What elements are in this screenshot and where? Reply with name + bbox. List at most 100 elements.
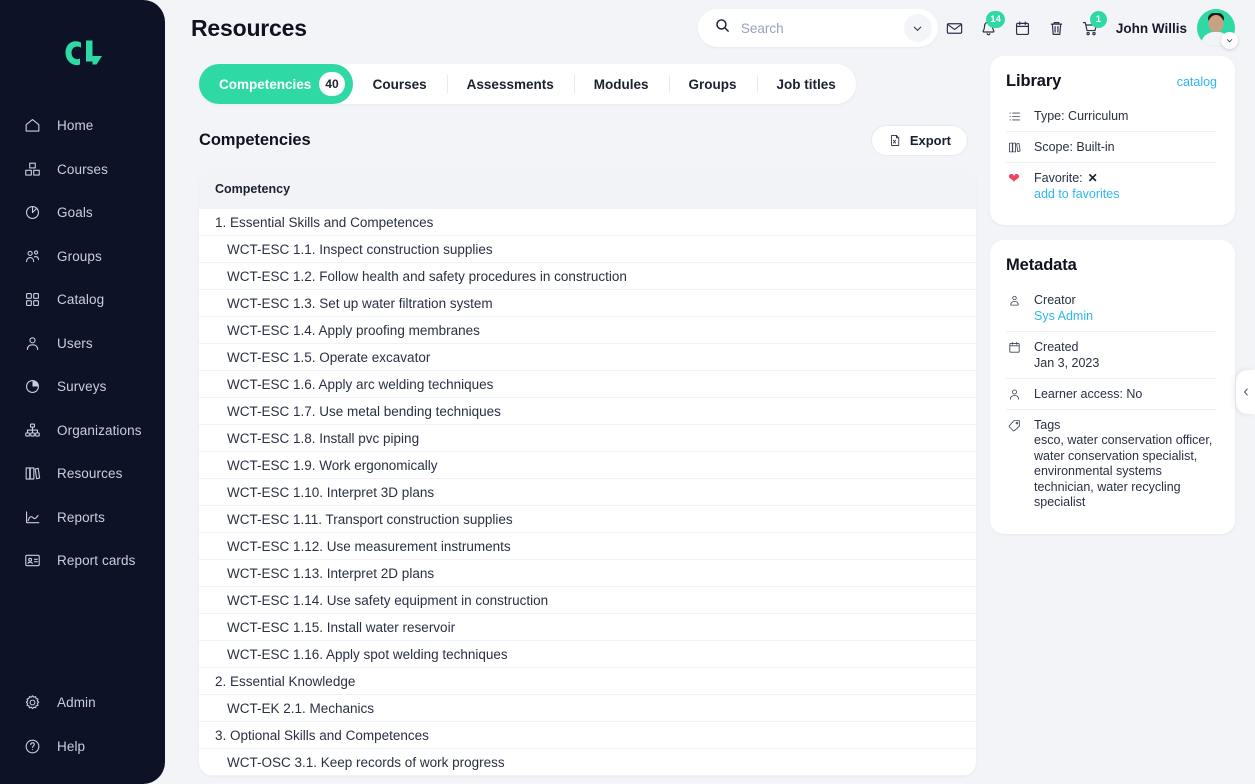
resources-icon bbox=[23, 464, 42, 483]
sidebar-item-organizations[interactable]: Organizations bbox=[0, 409, 165, 453]
sidebar-item-admin[interactable]: Admin bbox=[0, 681, 165, 725]
search-box[interactable] bbox=[697, 9, 938, 47]
table-row[interactable]: WCT-ESC 1.16. Apply spot welding techniq… bbox=[199, 641, 976, 668]
metadata-panel-header: Metadata bbox=[1006, 256, 1217, 275]
tab-assessments[interactable]: Assessments bbox=[446, 64, 574, 104]
trash-button[interactable] bbox=[1040, 9, 1074, 47]
top-bar: Resources 14 bbox=[191, 0, 1255, 56]
export-button-label: Export bbox=[909, 133, 951, 148]
library-type-row: Type: Curriculum bbox=[1006, 101, 1217, 132]
tab-courses[interactable]: Courses bbox=[353, 64, 447, 104]
row-label: WCT-EK 2.1. Mechanics bbox=[227, 700, 375, 716]
notifications-button[interactable]: 14 bbox=[972, 9, 1006, 47]
row-label: 1. Essential Skills and Competences bbox=[215, 214, 434, 230]
metadata-creator-value[interactable]: Sys Admin bbox=[1034, 308, 1093, 324]
page-title: Resources bbox=[191, 15, 307, 41]
calendar-icon bbox=[1006, 339, 1022, 355]
row-label: WCT-ESC 1.2. Follow health and safety pr… bbox=[227, 268, 627, 284]
gear-icon bbox=[23, 693, 42, 712]
sidebar-item-report-cards[interactable]: Report cards bbox=[0, 539, 165, 583]
tab-label: Assessments bbox=[466, 76, 554, 92]
row-label: WCT-ESC 1.13. Interpret 2D plans bbox=[227, 565, 435, 581]
table-row[interactable]: WCT-ESC 1.14. Use safety equipment in co… bbox=[199, 587, 976, 614]
mail-button[interactable] bbox=[938, 9, 972, 47]
row-label: WCT-ESC 1.3. Set up water filtration sys… bbox=[227, 295, 493, 311]
table-row[interactable]: WCT-ESC 1.6. Apply arc welding technique… bbox=[199, 371, 976, 398]
search-input[interactable] bbox=[740, 20, 894, 36]
row-label: WCT-ESC 1.9. Work ergonomically bbox=[227, 457, 438, 473]
sidebar-item-label: Resources bbox=[57, 466, 123, 482]
row-label: WCT-ESC 1.8. Install pvc piping bbox=[227, 430, 420, 446]
tab-groups[interactable]: Groups bbox=[668, 64, 757, 104]
envelope-icon bbox=[947, 22, 963, 34]
sidebar-item-label: Groups bbox=[57, 248, 102, 264]
tab-label: Modules bbox=[593, 76, 649, 92]
sidebar-item-home[interactable]: Home bbox=[0, 104, 165, 148]
table-row[interactable]: 2. Essential Knowledge bbox=[199, 668, 976, 695]
heart-icon: ❤ bbox=[1008, 170, 1020, 186]
table-row[interactable]: WCT-ESC 1.15. Install water reservoir bbox=[199, 614, 976, 641]
app-logo[interactable] bbox=[0, 26, 165, 82]
table-row[interactable]: WCT-ESC 1.11. Transport construction sup… bbox=[199, 506, 976, 533]
library-catalog-link[interactable]: catalog bbox=[1177, 75, 1217, 89]
table-row[interactable]: WCT-ESC 1.2. Follow health and safety pr… bbox=[199, 263, 976, 290]
avatar-head bbox=[1208, 15, 1224, 32]
users-icon bbox=[23, 334, 42, 353]
tab-competencies[interactable]: Competencies 40 bbox=[199, 64, 353, 104]
metadata-tags-label: Tags bbox=[1034, 418, 1061, 432]
collapse-right-panel-button[interactable] bbox=[1236, 370, 1255, 414]
sidebar-item-surveys[interactable]: Surveys bbox=[0, 365, 165, 409]
user-menu-button[interactable] bbox=[1197, 9, 1238, 49]
courses-icon bbox=[23, 160, 42, 179]
table-row[interactable]: WCT-EK 2.1. Mechanics bbox=[199, 695, 976, 722]
chevron-left-icon bbox=[1243, 388, 1248, 396]
row-label: WCT-ESC 1.7. Use metal bending technique… bbox=[227, 403, 501, 419]
table-row[interactable]: WCT-ESC 1.8. Install pvc piping bbox=[199, 425, 976, 452]
sidebar-item-goals[interactable]: Goals bbox=[0, 191, 165, 235]
table-row[interactable]: 3. Optional Skills and Competences bbox=[199, 722, 976, 749]
metadata-created-value: Jan 3, 2023 bbox=[1034, 356, 1100, 370]
sidebar-item-users[interactable]: Users bbox=[0, 322, 165, 366]
sidebar-item-courses[interactable]: Courses bbox=[0, 148, 165, 192]
table-row[interactable]: WCT-ESC 1.5. Operate excavator bbox=[199, 344, 976, 371]
user-menu-chevron-down-icon[interactable] bbox=[1221, 32, 1238, 49]
calendar-button[interactable] bbox=[1006, 9, 1040, 47]
sidebar-item-label: Surveys bbox=[57, 379, 107, 395]
search-filter-chevron-down-icon[interactable] bbox=[903, 14, 932, 42]
add-to-favorites-link[interactable]: add to favorites bbox=[1034, 186, 1119, 202]
table-row[interactable]: WCT-ESC 1.4. Apply proofing membranes bbox=[199, 317, 976, 344]
table-row[interactable]: WCT-ESC 1.1. Inspect construction suppli… bbox=[199, 236, 976, 263]
sidebar-item-help[interactable]: Help bbox=[0, 725, 165, 769]
table-row[interactable]: 1. Essential Skills and Competences bbox=[199, 209, 976, 236]
table-row[interactable]: WCT-ESC 1.7. Use metal bending technique… bbox=[199, 398, 976, 425]
export-button[interactable]: Export bbox=[870, 125, 968, 156]
table-row[interactable]: WCT-ESC 1.12. Use measurement instrument… bbox=[199, 533, 976, 560]
help-icon bbox=[23, 737, 42, 756]
metadata-creator-row: Creator Sys Admin bbox=[1006, 285, 1217, 332]
tab-modules[interactable]: Modules bbox=[573, 64, 669, 104]
table-row[interactable]: WCT-OSC 3.1. Keep records of work progre… bbox=[199, 749, 976, 776]
table-row[interactable]: WCT-ESC 1.13. Interpret 2D plans bbox=[199, 560, 976, 587]
groups-icon bbox=[23, 247, 42, 266]
row-label: WCT-ESC 1.11. Transport construction sup… bbox=[227, 511, 513, 527]
table-row[interactable]: WCT-ESC 1.10. Interpret 3D plans bbox=[199, 479, 976, 506]
table-row[interactable]: WCT-ESC 1.9. Work ergonomically bbox=[199, 452, 976, 479]
row-label: WCT-ESC 1.12. Use measurement instrument… bbox=[227, 538, 511, 554]
report-cards-icon bbox=[23, 551, 42, 570]
metadata-title: Metadata bbox=[1006, 256, 1077, 274]
tab-label: Job titles bbox=[776, 76, 836, 92]
sidebar-item-catalog[interactable]: Catalog bbox=[0, 278, 165, 322]
table-row[interactable]: WCT-ESC 1.3. Set up water filtration sys… bbox=[199, 290, 976, 317]
sidebar-item-label: Report cards bbox=[57, 553, 136, 569]
sidebar-item-reports[interactable]: Reports bbox=[0, 496, 165, 540]
library-favorite-row: ❤ Favorite: ✕ add to favorites bbox=[1006, 163, 1217, 209]
sidebar-item-resources[interactable]: Resources bbox=[0, 452, 165, 496]
section-title: Competencies bbox=[199, 131, 311, 149]
cart-button[interactable]: 1 bbox=[1074, 9, 1108, 47]
sidebar-nav: Home Courses Goals Groups Catalog Users bbox=[0, 104, 165, 583]
tab-competencies-count: 40 bbox=[319, 72, 345, 96]
organizations-icon bbox=[23, 421, 42, 440]
sidebar-item-groups[interactable]: Groups bbox=[0, 235, 165, 279]
tab-job-titles[interactable]: Job titles bbox=[756, 64, 856, 104]
row-label: WCT-ESC 1.5. Operate excavator bbox=[227, 349, 431, 365]
